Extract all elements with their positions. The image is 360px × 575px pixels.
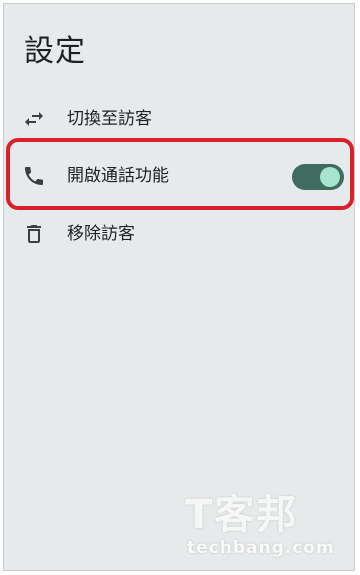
trash-icon: [22, 222, 46, 246]
menu-item-switch-to-guest[interactable]: 切換至訪客: [4, 97, 354, 141]
menu-item-label: 移除訪客: [67, 224, 135, 244]
watermark-site: techbang.com: [187, 538, 335, 558]
swap-arrows-icon: [22, 107, 46, 131]
watermark-logo: T客邦: [185, 492, 299, 538]
settings-screen: 設定 切換至訪客 開啟通話功能 移除訪客 T客邦 techbang.com: [3, 3, 355, 571]
page-title: 設定: [24, 34, 86, 69]
highlight-annotation: [6, 138, 354, 210]
menu-item-remove-guest[interactable]: 移除訪客: [4, 212, 354, 256]
techbang-watermark: T客邦 techbang.com: [179, 491, 354, 570]
menu-item-label: 切換至訪客: [67, 109, 152, 129]
